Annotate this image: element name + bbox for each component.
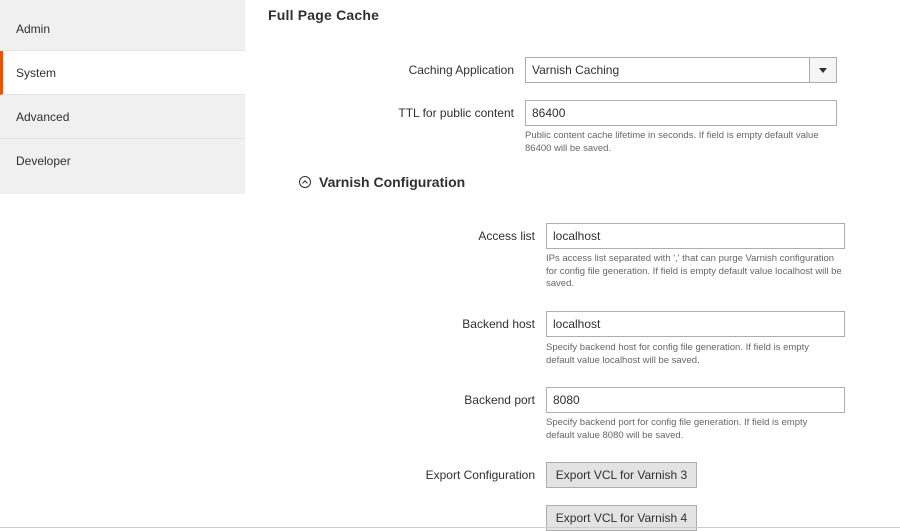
access-list-input[interactable]: localhost xyxy=(546,223,845,249)
sidebar-item-system[interactable]: System xyxy=(0,51,245,95)
export-configuration-label: Export Configuration xyxy=(425,468,535,482)
backend-host-input[interactable]: localhost xyxy=(546,311,845,337)
backend-host-note: Specify backend host for config file gen… xyxy=(546,342,809,366)
varnish-configuration-title: Varnish Configuration xyxy=(319,174,466,190)
sidebar-item-label: Admin xyxy=(16,22,51,36)
sidebar-item-label: Developer xyxy=(16,154,71,168)
backend-port-input[interactable]: 8080 xyxy=(546,387,845,413)
ttl-note: Public content cache lifetime in seconds… xyxy=(525,130,819,154)
backend-port-note: Specify backend port for config file gen… xyxy=(546,417,808,441)
sidebar-item-label: System xyxy=(16,66,57,80)
bottom-divider xyxy=(0,527,900,528)
sidebar-item-advanced[interactable]: Advanced xyxy=(0,95,245,139)
ttl-label: TTL for public content xyxy=(398,106,514,120)
section-title-full-page-cache[interactable]: Full Page Cache xyxy=(268,7,379,23)
varnish-configuration-group[interactable]: Varnish Configuration xyxy=(299,174,465,190)
caching-application-value: Varnish Caching xyxy=(532,63,620,77)
caching-application-select[interactable]: Varnish Caching xyxy=(525,57,837,83)
caching-application-label: Caching Application xyxy=(408,63,514,77)
sidebar-item-admin[interactable]: Admin xyxy=(0,7,245,51)
sidebar-item-label: Advanced xyxy=(16,110,70,124)
ttl-input[interactable]: 86400 xyxy=(525,100,837,126)
backend-host-label: Backend host xyxy=(462,317,535,331)
collapse-icon[interactable] xyxy=(299,176,311,188)
export-vcl-varnish-3-button[interactable]: Export VCL for Varnish 3 xyxy=(546,462,697,488)
chevron-down-icon[interactable] xyxy=(809,58,836,82)
access-list-note: IPs access list separated with ',' that … xyxy=(546,253,842,289)
sidebar-item-developer[interactable]: Developer xyxy=(0,139,245,183)
config-sidebar: Admin System Advanced Developer xyxy=(0,0,245,194)
access-list-label: Access list xyxy=(478,229,535,243)
backend-port-label: Backend port xyxy=(464,393,535,407)
